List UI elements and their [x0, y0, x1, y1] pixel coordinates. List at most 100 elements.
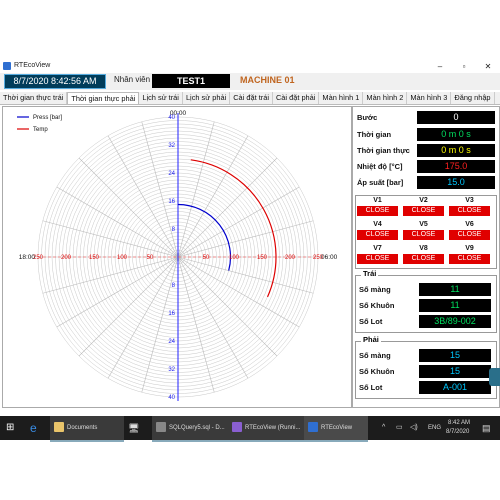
valve-v2-button[interactable]: CLOSE — [403, 206, 444, 216]
radial-tick-label: 8 — [172, 283, 176, 289]
right-khuon-value: 15 — [419, 365, 491, 378]
radial-tick-label: 100 — [229, 255, 240, 261]
clock-display: 8/7/2020 8:42:56 AM — [4, 74, 106, 89]
grid-spoke — [177, 256, 278, 357]
legend-label: Press [bar] — [33, 115, 62, 121]
radial-tick-label: 50 — [203, 255, 210, 261]
grid-spoke — [78, 256, 179, 357]
window-title-bar: RTEcoView – ▫ ✕ — [0, 60, 500, 73]
staff-label: Nhân viên — [114, 75, 151, 84]
angle-label-top: 00:00 — [170, 110, 187, 117]
side-handle[interactable] — [489, 368, 500, 386]
volume-icon[interactable]: ◁) — [410, 416, 418, 440]
left-lot-label: Số Lot — [359, 317, 383, 326]
radial-tick-label: 16 — [168, 199, 175, 205]
taskbar-item-rtecoview[interactable]: RTEcoView — [304, 416, 368, 442]
grid-spoke — [56, 186, 179, 258]
grid-spoke — [177, 256, 314, 294]
close-button[interactable]: ✕ — [476, 60, 500, 73]
valve-label: V4 — [373, 221, 382, 228]
radial-tick-label: 32 — [168, 143, 175, 149]
tab-history-right[interactable]: Lịch sử phải — [183, 92, 231, 104]
staff-value: TEST1 — [152, 74, 230, 88]
window-title: RTEcoView — [14, 62, 51, 69]
taskbar-item-documents[interactable]: Documents — [50, 416, 124, 442]
grid-spoke — [177, 256, 249, 379]
right-lot-label: Số Lot — [359, 383, 383, 392]
legend-label: Temp — [33, 127, 48, 133]
radial-tick-label: 24 — [168, 171, 175, 177]
radial-tick-label: 200 — [285, 255, 296, 261]
taskbar: ⊞ e Documents 🖥 SQLQuery5.sql - D... RTE… — [0, 416, 500, 442]
left-mang-value: 11 — [419, 283, 491, 296]
polar-chart: 403224168816243240250 200 150 100 50 50 100 150… — [17, 110, 338, 401]
valve-label: V1 — [373, 197, 382, 204]
network-icon[interactable]: ▭ — [396, 416, 403, 440]
valve-label: V2 — [419, 197, 428, 204]
angle-label-left: 18:00 — [19, 254, 36, 261]
radial-tick-label: 150 — [257, 255, 268, 261]
grid-spoke — [177, 135, 249, 258]
time-value: 0 m 0 s — [417, 128, 495, 141]
left-khuon-label: Số Khuôn — [359, 301, 395, 310]
valve-v1-button[interactable]: CLOSE — [357, 206, 398, 216]
pressure-value: 15.0 — [417, 176, 495, 189]
grid-spoke — [107, 256, 179, 379]
edge-icon[interactable]: e — [30, 416, 37, 440]
app-icon — [3, 62, 11, 70]
step-label: Bước — [357, 113, 378, 122]
minimize-button[interactable]: – — [428, 60, 452, 73]
tab-login[interactable]: Đăng nhập — [451, 92, 495, 104]
valve-v9-button[interactable]: CLOSE — [449, 254, 490, 264]
sql-icon — [156, 422, 166, 433]
tab-realtime-right[interactable]: Thời gian thực phải — [67, 92, 140, 104]
tab-settings-right[interactable]: Cài đặt phải — [273, 92, 320, 104]
tab-realtime-left[interactable]: Thời gian thực trái — [0, 92, 68, 104]
valve-v4-button[interactable]: CLOSE — [357, 230, 398, 240]
tab-screen-2[interactable]: Màn hình 2 — [363, 92, 408, 104]
radial-tick-label: 40 — [168, 395, 175, 401]
notification-icon[interactable]: ▤ — [482, 416, 491, 440]
pressure-label: Áp suất [bar] — [357, 178, 404, 187]
valve-v7-button[interactable]: CLOSE — [357, 254, 398, 264]
left-group-title: Trái — [361, 269, 379, 278]
tab-screen-3[interactable]: Màn hình 3 — [407, 92, 452, 104]
valve-label: V5 — [419, 221, 428, 228]
machine-name: MACHINE 01 — [240, 75, 295, 85]
radial-tick-label: 24 — [168, 339, 175, 345]
valve-v6-button[interactable]: CLOSE — [449, 230, 490, 240]
status-panel: Bước 0 Thời gian 0 m 0 s Thời gian thực … — [352, 106, 500, 408]
tab-history-left[interactable]: Lịch sử trái — [139, 92, 183, 104]
real-time-value: 0 m 0 s — [417, 144, 495, 157]
chevron-up-icon[interactable]: ^ — [382, 416, 385, 440]
taskbar-item-visual-studio[interactable]: RTEcoView (Runni... — [228, 416, 304, 442]
temperature-value: 175.0 — [417, 160, 495, 173]
valve-v5-button[interactable]: CLOSE — [403, 230, 444, 240]
maximize-button[interactable]: ▫ — [452, 60, 476, 73]
valve-label: V7 — [373, 245, 382, 252]
left-lot-value: 3B/89-002 — [419, 315, 491, 328]
app-icon — [308, 422, 318, 433]
tab-screen-1[interactable]: Màn hình 1 — [319, 92, 364, 104]
visual-studio-icon — [232, 422, 242, 433]
valve-v3-button[interactable]: CLOSE — [449, 206, 490, 216]
taskbar-item-sql[interactable]: SQLQuery5.sql - D... — [152, 416, 228, 442]
grid-spoke — [177, 186, 300, 258]
valve-label: V3 — [465, 197, 474, 204]
angle-label-right: 06:00 — [321, 254, 338, 261]
computer-icon[interactable]: 🖥 — [128, 416, 139, 440]
right-lot-value: A-001 — [419, 381, 491, 394]
tab-settings-left[interactable]: Cài đặt trái — [230, 92, 273, 104]
language-indicator[interactable]: ENG — [428, 416, 441, 440]
tab-bar: Thời gian thực trái Thời gian thực phải … — [0, 92, 500, 105]
start-button[interactable]: ⊞ — [6, 416, 14, 440]
radial-tick-label: 100 — [117, 255, 128, 261]
step-value: 0 — [417, 111, 495, 124]
valve-label: V8 — [419, 245, 428, 252]
grid-spoke — [78, 157, 179, 258]
taskbar-date[interactable]: 8/7/2020 — [446, 420, 469, 444]
radial-tick-label: 150 — [89, 255, 100, 261]
radial-tick-label: 8 — [172, 227, 176, 233]
valve-v8-button[interactable]: CLOSE — [403, 254, 444, 264]
grid-spoke — [177, 121, 215, 258]
